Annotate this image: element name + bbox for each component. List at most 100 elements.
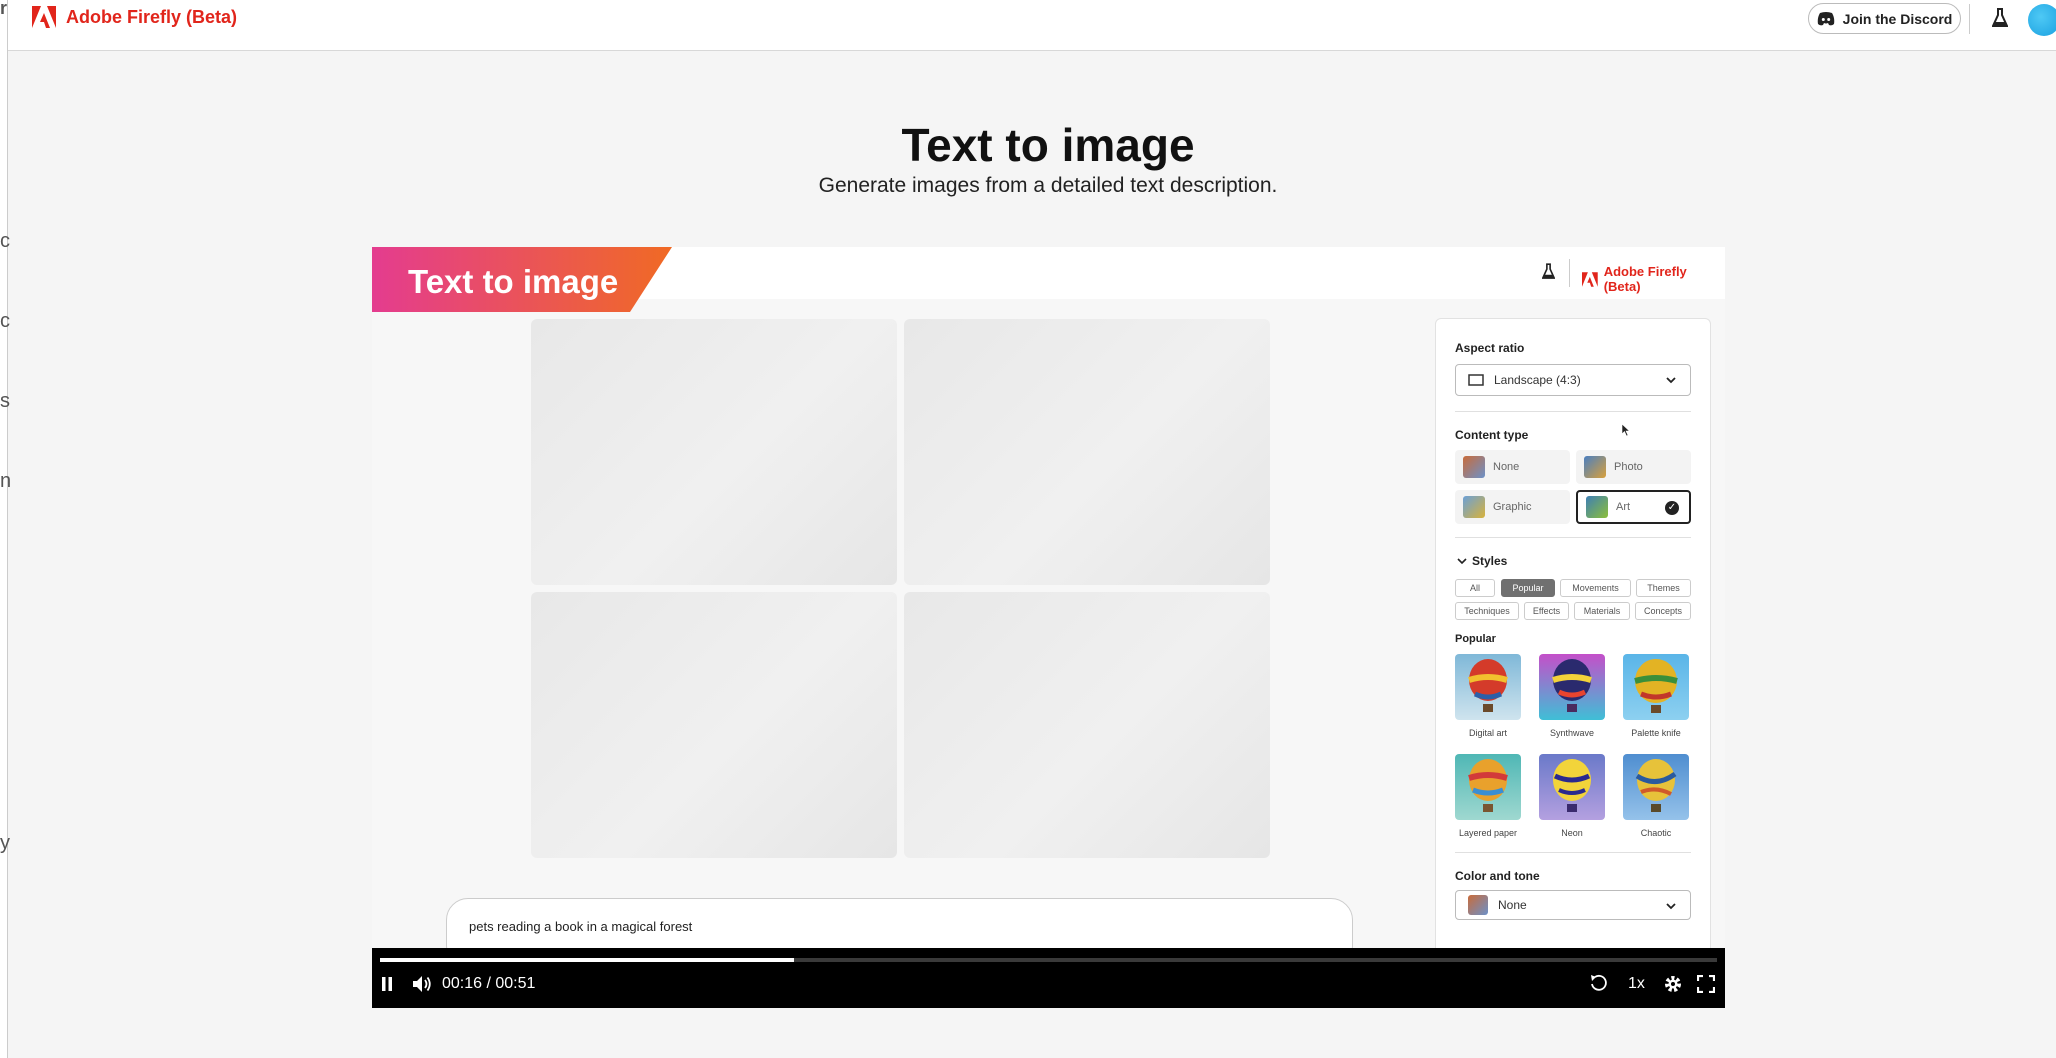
settings-panel: Aspect ratio Landscape (4:3) Content typ…	[1435, 318, 1711, 1008]
style-filter-popular[interactable]: Popular	[1501, 579, 1555, 597]
progress-fill	[380, 958, 795, 962]
style-card-label: Palette knife	[1631, 728, 1681, 738]
chevron-down-icon[interactable]	[1456, 555, 1468, 567]
style-thumbnail	[1455, 654, 1521, 720]
panel-divider	[1455, 852, 1691, 853]
balloon-icon	[1468, 759, 1508, 812]
style-filter-all[interactable]: All	[1455, 579, 1495, 597]
content-type-photo-label: Photo	[1614, 461, 1643, 473]
style-filter-concepts[interactable]: Concepts	[1635, 602, 1691, 620]
rewind-icon[interactable]	[1589, 973, 1609, 993]
content-type-thumbnail	[1463, 496, 1485, 518]
video-banner-title: Text to image	[408, 263, 619, 300]
page-title: Text to image	[901, 119, 1195, 171]
left-edge-glyph: n	[0, 470, 12, 492]
volume-icon[interactable]	[412, 975, 432, 993]
labs-flask-icon	[1542, 263, 1555, 279]
content-type-art-label: Art	[1616, 501, 1631, 513]
content-type-none-label: None	[1493, 461, 1520, 473]
style-card-palette-knife[interactable]: Palette knife	[1623, 654, 1689, 738]
style-filter-techniques[interactable]: Techniques	[1455, 602, 1519, 620]
color-tone-select[interactable]: None	[1455, 890, 1691, 920]
style-filter-effects[interactable]: Effects	[1524, 602, 1569, 620]
color-tone-value: None	[1498, 898, 1527, 912]
video-player[interactable]: Text to image Adobe Firefly (Beta) Aspec…	[372, 247, 1725, 1008]
image-placeholder	[531, 592, 897, 858]
adobe-logo-icon	[1582, 271, 1598, 287]
image-placeholder	[904, 319, 1270, 585]
content-type-graphic-label: Graphic	[1493, 501, 1532, 513]
top-bar: Adobe Firefly (Beta) Join the Discord	[8, 0, 2056, 51]
checkmark-icon: ✓	[1665, 501, 1679, 515]
style-card-label: Synthwave	[1549, 728, 1595, 738]
image-placeholder	[904, 592, 1270, 858]
aspect-ratio-value: Landscape (4:3)	[1494, 373, 1581, 387]
style-card-label: Digital art	[1468, 728, 1507, 738]
content-type-thumbnail	[1586, 496, 1608, 518]
playback-time: 00:16 / 00:51	[442, 975, 536, 992]
chevron-down-icon	[1666, 903, 1676, 910]
content-type-none[interactable]: None	[1455, 450, 1570, 484]
video-brand: Adobe Firefly (Beta)	[1582, 264, 1725, 294]
style-thumbnail	[1623, 754, 1689, 820]
content-type-thumbnail	[1584, 456, 1606, 478]
landscape-frame-icon	[1468, 374, 1484, 386]
video-brand-name: Adobe Firefly (Beta)	[1603, 264, 1687, 294]
content-type-graphic[interactable]: Graphic	[1455, 490, 1570, 524]
content-type-label: Content type	[1455, 428, 1529, 442]
popular-section-label: Popular	[1455, 633, 1496, 645]
style-card-chaotic[interactable]: Chaotic	[1623, 754, 1689, 838]
brand-link[interactable]: Adobe Firefly (Beta)	[32, 6, 237, 28]
join-discord-label: Join the Discord	[1842, 10, 1953, 27]
labs-flask-icon[interactable]	[1992, 8, 2008, 28]
balloon-icon	[1634, 659, 1678, 713]
aspect-ratio-select[interactable]: Landscape (4:3)	[1455, 364, 1691, 396]
style-card-layered-paper[interactable]: Layered paper	[1455, 754, 1521, 838]
image-placeholder	[531, 319, 897, 585]
chevron-down-icon	[1666, 377, 1676, 384]
left-edge-glyph: s	[0, 390, 10, 412]
page-subtitle: Generate images from a detailed text des…	[818, 174, 1278, 197]
style-filter-themes[interactable]: Themes	[1636, 579, 1691, 597]
content-type-art[interactable]: Art ✓	[1576, 490, 1691, 524]
style-card-label: Chaotic	[1640, 828, 1672, 838]
left-edge-glyph: r	[0, 0, 8, 18]
balloon-icon	[1553, 759, 1591, 812]
settings-gear-icon[interactable]	[1663, 974, 1683, 994]
prompt-text: pets reading a book in a magical forest	[469, 919, 693, 934]
content-type-thumbnail	[1463, 456, 1485, 478]
video-header-divider	[1569, 259, 1570, 287]
playback-speed[interactable]: 1x	[1628, 975, 1645, 993]
fullscreen-icon[interactable]	[1697, 975, 1715, 993]
style-card-digital-art[interactable]: Digital art	[1455, 654, 1521, 738]
join-discord-button[interactable]: Join the Discord	[1808, 3, 1961, 34]
left-edge-glyph: c	[0, 230, 10, 252]
style-thumbnail	[1539, 754, 1605, 820]
left-edge-glyph: y	[0, 832, 10, 854]
balloon-icon	[1552, 659, 1592, 712]
style-filter-materials[interactable]: Materials	[1574, 602, 1630, 620]
pause-icon[interactable]	[380, 976, 394, 992]
panel-divider	[1455, 411, 1691, 412]
style-thumbnail	[1539, 654, 1605, 720]
video-title-banner: Text to image	[372, 247, 672, 312]
balloon-icon	[1635, 759, 1677, 812]
style-card-synthwave[interactable]: Synthwave	[1539, 654, 1605, 738]
aspect-ratio-label: Aspect ratio	[1455, 341, 1525, 355]
topbar-divider	[1969, 4, 1970, 34]
panel-divider	[1455, 537, 1691, 538]
content-type-photo[interactable]: Photo	[1576, 450, 1691, 484]
adobe-logo-icon	[32, 6, 56, 28]
style-card-label: Neon	[1561, 828, 1583, 838]
brand-name: Adobe Firefly (Beta)	[66, 6, 238, 27]
style-card-neon[interactable]: Neon	[1539, 754, 1605, 838]
style-filter-movements[interactable]: Movements	[1560, 579, 1631, 597]
style-thumbnail	[1455, 754, 1521, 820]
mouse-cursor-icon	[1621, 423, 1631, 437]
color-tone-label: Color and tone	[1455, 869, 1540, 883]
video-controls: 00:16 / 00:51 1x	[372, 948, 1725, 1008]
user-avatar[interactable]	[2028, 4, 2056, 36]
left-edge-glyph: c	[0, 310, 10, 332]
styles-label[interactable]: Styles	[1472, 554, 1507, 568]
progress-bar[interactable]	[380, 958, 1717, 962]
